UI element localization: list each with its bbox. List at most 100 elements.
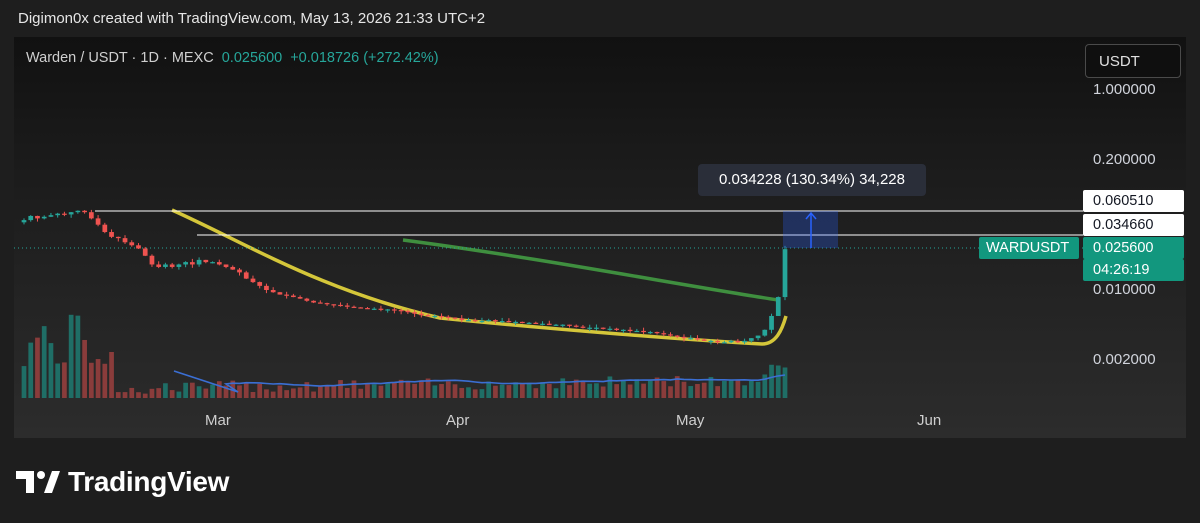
candle-body[interactable]: [196, 259, 202, 265]
candle-body[interactable]: [701, 339, 707, 341]
candle-body[interactable]: [358, 307, 364, 309]
candle-body[interactable]: [445, 316, 451, 318]
candle-body[interactable]: [553, 324, 559, 326]
candle-body[interactable]: [68, 212, 74, 215]
candle-body[interactable]: [365, 308, 370, 310]
lower-level-label[interactable]: 0.034660: [1083, 214, 1184, 236]
candle-body[interactable]: [237, 269, 242, 273]
candle-body[interactable]: [627, 329, 633, 331]
candle-body[interactable]: [735, 340, 741, 343]
candle-body[interactable]: [479, 320, 485, 323]
candle-body[interactable]: [55, 213, 61, 216]
candle-body[interactable]: [344, 305, 350, 307]
candle-body[interactable]: [163, 264, 168, 267]
candle-body[interactable]: [748, 338, 754, 341]
candle-body[interactable]: [270, 290, 276, 293]
candle-body[interactable]: [540, 323, 545, 325]
candle-body[interactable]: [432, 315, 438, 318]
candle-body[interactable]: [614, 328, 619, 330]
candle-body[interactable]: [129, 242, 135, 246]
candle-body[interactable]: [62, 213, 67, 215]
candle-body[interactable]: [526, 322, 532, 324]
candle-body[interactable]: [594, 327, 599, 329]
candle-body[interactable]: [223, 264, 229, 267]
candle-body[interactable]: [284, 294, 290, 296]
candle-body[interactable]: [580, 326, 586, 328]
candle-body[interactable]: [216, 262, 222, 265]
candle-body[interactable]: [621, 329, 626, 331]
candle-body[interactable]: [311, 300, 316, 303]
candle-body[interactable]: [149, 255, 155, 265]
candle-body[interactable]: [331, 304, 337, 306]
candle-body[interactable]: [257, 282, 263, 286]
candle-body[interactable]: [688, 338, 694, 340]
candle-body[interactable]: [425, 315, 431, 317]
candle-body[interactable]: [567, 324, 572, 326]
candle-body[interactable]: [769, 315, 774, 330]
candle-body[interactable]: [654, 332, 660, 334]
candle-body[interactable]: [291, 295, 296, 298]
candle-body[interactable]: [641, 330, 646, 333]
candle-body[interactable]: [102, 224, 108, 233]
candle-body[interactable]: [392, 309, 397, 311]
candle-body[interactable]: [324, 303, 330, 305]
candle-body[interactable]: [782, 249, 788, 298]
candle-body[interactable]: [681, 336, 687, 339]
candle-body[interactable]: [728, 340, 734, 343]
candle-body[interactable]: [418, 313, 424, 316]
candle-body[interactable]: [519, 321, 525, 324]
candle-body[interactable]: [607, 328, 613, 330]
candle-body[interactable]: [183, 262, 188, 265]
candle-body[interactable]: [715, 340, 721, 343]
candle-body[interactable]: [695, 338, 700, 340]
candle-body[interactable]: [398, 310, 404, 312]
candle-body[interactable]: [136, 245, 141, 249]
candle-body[interactable]: [472, 320, 478, 322]
candle-body[interactable]: [28, 215, 34, 221]
candle-body[interactable]: [264, 285, 269, 290]
candle-body[interactable]: [722, 342, 727, 344]
candle-body[interactable]: [351, 306, 357, 308]
candle-body[interactable]: [230, 266, 236, 270]
candle-body[interactable]: [41, 216, 47, 219]
candle-body[interactable]: [668, 334, 673, 336]
candle-body[interactable]: [513, 321, 518, 324]
candle-body[interactable]: [405, 310, 411, 313]
candle-body[interactable]: [210, 262, 215, 264]
candle-body[interactable]: [338, 304, 343, 307]
candle-body[interactable]: [647, 332, 653, 334]
candle-body[interactable]: [95, 218, 101, 225]
candle-body[interactable]: [493, 320, 498, 322]
candle-body[interactable]: [88, 212, 94, 219]
candle-body[interactable]: [190, 262, 195, 265]
candle-body[interactable]: [499, 320, 505, 323]
candle-body[interactable]: [742, 340, 747, 343]
candle-body[interactable]: [674, 335, 680, 337]
candle-body[interactable]: [250, 278, 256, 283]
candle-body[interactable]: [176, 264, 182, 267]
candle-body[interactable]: [634, 330, 640, 333]
candle-body[interactable]: [317, 302, 323, 304]
candle-body[interactable]: [459, 318, 465, 321]
candle-body[interactable]: [109, 232, 114, 237]
candle-body[interactable]: [203, 259, 209, 263]
candle-body[interactable]: [115, 236, 121, 239]
candle-body[interactable]: [775, 297, 781, 316]
candle-body[interactable]: [573, 325, 579, 327]
upper-level-label[interactable]: 0.060510: [1083, 190, 1184, 212]
candle-body[interactable]: [412, 312, 417, 314]
candle-body[interactable]: [371, 308, 377, 310]
currency-button[interactable]: USDT: [1085, 44, 1181, 78]
candle-body[interactable]: [122, 238, 128, 243]
candle-body[interactable]: [304, 298, 310, 301]
candle-body[interactable]: [466, 320, 471, 322]
candle-body[interactable]: [378, 308, 384, 310]
candle-body[interactable]: [82, 210, 87, 213]
candle-body[interactable]: [243, 272, 249, 279]
candle-body[interactable]: [156, 264, 162, 267]
candle-body[interactable]: [385, 309, 391, 311]
candle-body[interactable]: [297, 297, 303, 299]
chart-canvas[interactable]: [0, 0, 1200, 523]
candle-body[interactable]: [546, 323, 552, 325]
candle-body[interactable]: [439, 315, 444, 318]
